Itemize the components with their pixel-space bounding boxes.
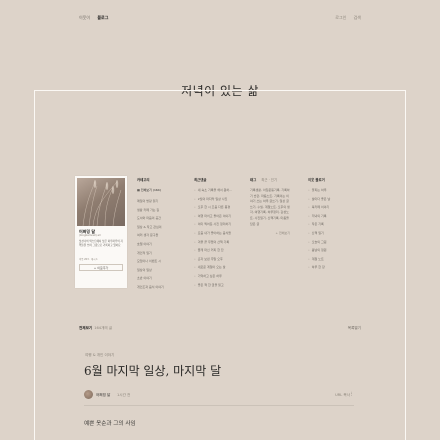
category-item[interactable]: 개인적 일기 xyxy=(137,251,185,260)
neighbor-item[interactable]: • 꽃피는 하루 xyxy=(308,188,356,197)
neighbor-item[interactable]: • 하루 한 장 xyxy=(308,265,356,274)
recent-item[interactable]: • 기억하고 싶은 하루 xyxy=(194,274,240,283)
neighbor-item[interactable]: • 작은 기록 xyxy=(308,222,356,231)
post-title[interactable]: 6월 마지막 일상, 마지막 달 xyxy=(84,362,221,379)
neighbor-item[interactable]: • 북카페 이야기 xyxy=(308,205,356,214)
recent-title: 최근댓글 xyxy=(194,178,207,182)
profile-meta: 이웃 203 · 게시 1 xyxy=(79,258,98,261)
neighbor-item[interactable]: • 계절 노트 xyxy=(308,257,356,266)
neighbor-item[interactable]: • 오늘의 그림 xyxy=(308,240,356,249)
recent-item[interactable]: • 2월의 마지막 일상 사진 xyxy=(194,197,240,206)
bullet-icon: • xyxy=(194,188,196,192)
bullet-icon: • xyxy=(194,222,196,227)
bullet-icon: • xyxy=(308,205,310,210)
recent-widget: 최근댓글 • 새 숙소 기록을 해서 원하... • 2월의 마지막 일상 사진 •… xyxy=(194,177,240,291)
recent-item[interactable]: • 새로운 계절이 오는 날 xyxy=(194,265,240,274)
bullet-icon: • xyxy=(194,230,196,235)
list-open-button[interactable]: 목록열기 xyxy=(348,326,361,331)
bullet-icon: • xyxy=(308,188,310,192)
author-name[interactable]: 어쩌밍 달 xyxy=(96,393,110,398)
category-root[interactable]: ▦ 전체보기 (164) xyxy=(137,188,185,192)
bullet-icon: • xyxy=(308,265,310,270)
bullet-icon: • xyxy=(308,213,310,218)
tag-cloud[interactable]: 기록생활, 아침운동기록, 기록하기 습관, 마음노트, 기록이는 이야기 쓰는… xyxy=(250,188,290,227)
category-widget: 카테고리 ▦ 전체보기 (164) 매일의 방랑 읽기 생활 카페 가는 길 도… xyxy=(137,177,185,294)
bullet-icon: • xyxy=(308,239,310,244)
post-category[interactable]: 여행 & 개인 이야기 xyxy=(85,353,114,358)
bullet-icon: • xyxy=(194,265,196,270)
profile-card: 어쩌밍 달 (blogbamnet) all 낮선나의 텍스트에서 낮은 하루하… xyxy=(75,176,127,288)
neighbor-widget: 이웃 블로거 • 꽃피는 하루 • 날마다 좋은 날 • 북카페 이야기 • 저녁의 기… xyxy=(308,177,356,274)
tag-widget: 태그 최근 · 인기 기록생활, 아침운동기록, 기록하기 습관, 마음노트, 기… xyxy=(250,177,290,235)
folder-icon: ▦ xyxy=(137,188,140,192)
post-author-row: 어쩌밍 달 1시간 전 URL 복사 ⋮ xyxy=(84,390,354,400)
recent-item[interactable]: • 오후 한 시 즈음 다른 풍경 xyxy=(194,205,240,214)
top-nav: 이웃이 블로그 로그인 검색 xyxy=(79,15,361,25)
bullet-icon: • xyxy=(308,196,310,201)
post-subheading: 예쁜 옷순과 그의 사임 xyxy=(84,421,136,427)
post-time: 1시간 전 xyxy=(117,393,131,397)
avatar[interactable] xyxy=(84,390,93,399)
profile-handle: (blogbamnet) all xyxy=(79,234,101,237)
bullet-icon: • xyxy=(308,222,310,227)
recent-item[interactable]: • 겨울 끝 무렵의 산책 기록 xyxy=(194,240,240,249)
bullet-icon: • xyxy=(194,273,196,278)
category-title: 카테고리 xyxy=(137,178,150,182)
category-item[interactable]: 개인조과 음식 이야기 xyxy=(137,285,185,294)
tag-title: 태그 최근 · 인기 xyxy=(250,178,277,182)
neighbor-item[interactable]: • 날마다 좋은 날 xyxy=(308,197,356,206)
neighbor-item[interactable]: • 산책 일기 xyxy=(308,231,356,240)
recent-item[interactable]: • 여행 마치고 돌아온 이야기 xyxy=(194,214,240,223)
bullet-icon: • xyxy=(308,230,310,235)
recent-item[interactable]: • 좋은 책 한 권을 읽고 xyxy=(194,283,240,292)
recent-item[interactable]: • 혼자 보낸 주말 오후 xyxy=(194,257,240,266)
bullet-icon: • xyxy=(308,248,310,253)
category-item[interactable]: 호텔 이야기 xyxy=(137,242,185,251)
nav-neighbor[interactable]: 이웃이 xyxy=(79,15,90,20)
profile-bio: 낮선나의 텍스트에서 낮은 하루하루의 기억들을 쓰며 그림으로 기록하고 있어… xyxy=(79,240,123,247)
tag-more-link[interactable]: + 전체보기 xyxy=(250,231,290,235)
login-link[interactable]: 로그인 xyxy=(335,15,346,20)
subscribe-button[interactable]: + 이웃추가 xyxy=(79,264,123,271)
bullet-icon: • xyxy=(194,239,196,244)
url-copy-button[interactable]: URL 복사 xyxy=(335,393,350,398)
recent-item[interactable]: • 요즘 내가 좋아하는 음식들 xyxy=(194,231,240,240)
bullet-icon: • xyxy=(194,256,196,261)
search-link[interactable]: 검색 xyxy=(354,15,361,20)
neighbor-item[interactable]: • 저녁의 기록 xyxy=(308,214,356,223)
neighbor-item[interactable]: • 봄날의 정원 xyxy=(308,248,356,257)
category-current[interactable]: 전체보기 164개의 글 xyxy=(79,326,112,331)
category-item[interactable]: 일상의 일상 xyxy=(137,268,185,277)
bullet-icon: • xyxy=(194,248,196,253)
bullet-icon: • xyxy=(194,205,196,210)
neighbor-title: 이웃 블로거 xyxy=(308,178,325,182)
recent-item[interactable]: • 새 숙소 기록을 해서 원하... xyxy=(194,188,240,197)
category-item[interactable]: 여러 생각 문구들 xyxy=(137,233,185,242)
category-item[interactable]: 초반 이야기 xyxy=(137,276,185,285)
nav-blog[interactable]: 블로그 xyxy=(97,15,108,20)
bullet-icon: • xyxy=(194,282,196,287)
divider xyxy=(84,405,354,406)
more-icon[interactable]: ⋮ xyxy=(349,392,354,397)
bullet-icon: • xyxy=(308,256,310,261)
category-item[interactable]: 생활 카페 가는 길 xyxy=(137,208,185,217)
grass-image xyxy=(82,180,122,226)
bullet-icon: • xyxy=(194,213,196,218)
profile-photo[interactable] xyxy=(77,178,125,226)
recent-item[interactable]: • 이미 찍어둔 사진 정리하기 xyxy=(194,222,240,231)
category-item[interactable]: 일상 & 작고 관심의 xyxy=(137,225,185,234)
bullet-icon: • xyxy=(194,196,196,201)
category-item[interactable]: 매일의 방랑 읽기 xyxy=(137,199,185,208)
recent-item[interactable]: • 짧게 마신 커피 한 잔 xyxy=(194,248,240,257)
category-item[interactable]: 모임이나 이벤트 시 xyxy=(137,259,185,268)
tag-sort[interactable]: 최근 · 인기 xyxy=(261,178,277,182)
category-item[interactable]: 도서와 마음의 공간 xyxy=(137,216,185,225)
